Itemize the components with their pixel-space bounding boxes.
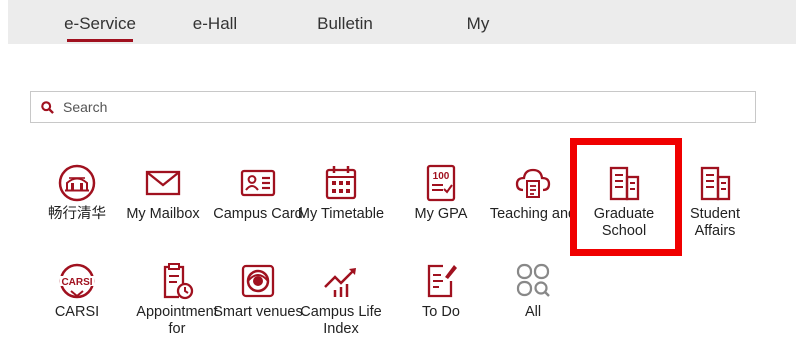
tab-my[interactable]: My	[428, 0, 528, 44]
app-changxing-tsinghua[interactable]: 畅行清华	[32, 163, 122, 223]
app-my-mailbox[interactable]: My Mailbox	[118, 163, 208, 223]
app-all[interactable]: All	[488, 261, 578, 321]
app-my-gpa[interactable]: 100 My GPA	[396, 163, 486, 223]
app-student-affairs[interactable]: Student Affairs	[670, 163, 760, 240]
app-campus-life-index[interactable]: Campus Life Index	[296, 261, 386, 338]
gpa-report-icon: 100	[426, 164, 456, 202]
highlight-box	[570, 138, 682, 256]
venue-circle-icon	[241, 264, 275, 298]
app-label: To Do	[422, 304, 460, 320]
svg-text:CARSI: CARSI	[61, 277, 92, 288]
tab-e-service[interactable]: e-Service	[30, 0, 170, 44]
app-label: Appointment for	[136, 304, 218, 337]
id-card-icon	[240, 169, 276, 197]
carsi-logo-icon: CARSI	[59, 263, 95, 299]
app-label: 畅行清华	[48, 206, 106, 222]
app-label: All	[524, 304, 542, 320]
app-label: CARSI	[54, 304, 100, 320]
tab-bulletin[interactable]: Bulletin	[290, 0, 400, 44]
search-input[interactable]	[63, 96, 743, 118]
trend-chart-icon	[324, 268, 356, 297]
app-label: Smart venues	[213, 304, 303, 320]
app-campus-card[interactable]: Campus Card	[213, 163, 303, 223]
tab-e-hall[interactable]: e-Hall	[160, 0, 270, 44]
search-icon	[41, 101, 54, 114]
calendar-icon	[325, 166, 357, 200]
app-carsi[interactable]: CARSI CARSI	[32, 261, 122, 321]
grid-search-icon	[516, 263, 550, 297]
app-label: Student Affairs	[690, 206, 740, 239]
app-smart-venues[interactable]: Smart venues	[213, 261, 303, 321]
top-tab-bar: e-Service e-Hall Bulletin My	[8, 0, 796, 44]
app-label: My GPA	[414, 206, 468, 222]
app-appointment-for[interactable]: Appointment for	[132, 261, 222, 338]
svg-text:100: 100	[433, 171, 450, 182]
todo-note-icon	[427, 264, 457, 298]
app-label: Campus Life Index	[300, 304, 382, 337]
app-teaching-and[interactable]: Teaching and	[488, 163, 578, 223]
app-label: Campus Card	[213, 206, 303, 222]
app-label: Teaching and	[489, 206, 577, 222]
app-label: My Timetable	[297, 206, 385, 222]
search-box[interactable]	[30, 91, 756, 123]
clipboard-clock-icon	[163, 263, 194, 300]
cloud-document-icon	[515, 168, 551, 198]
app-to-do[interactable]: To Do	[396, 261, 486, 321]
tsinghua-gate-icon	[58, 164, 96, 202]
envelope-icon	[145, 170, 181, 196]
app-my-timetable[interactable]: My Timetable	[296, 163, 386, 223]
building-icon	[700, 166, 731, 201]
app-label: My Mailbox	[126, 206, 200, 222]
